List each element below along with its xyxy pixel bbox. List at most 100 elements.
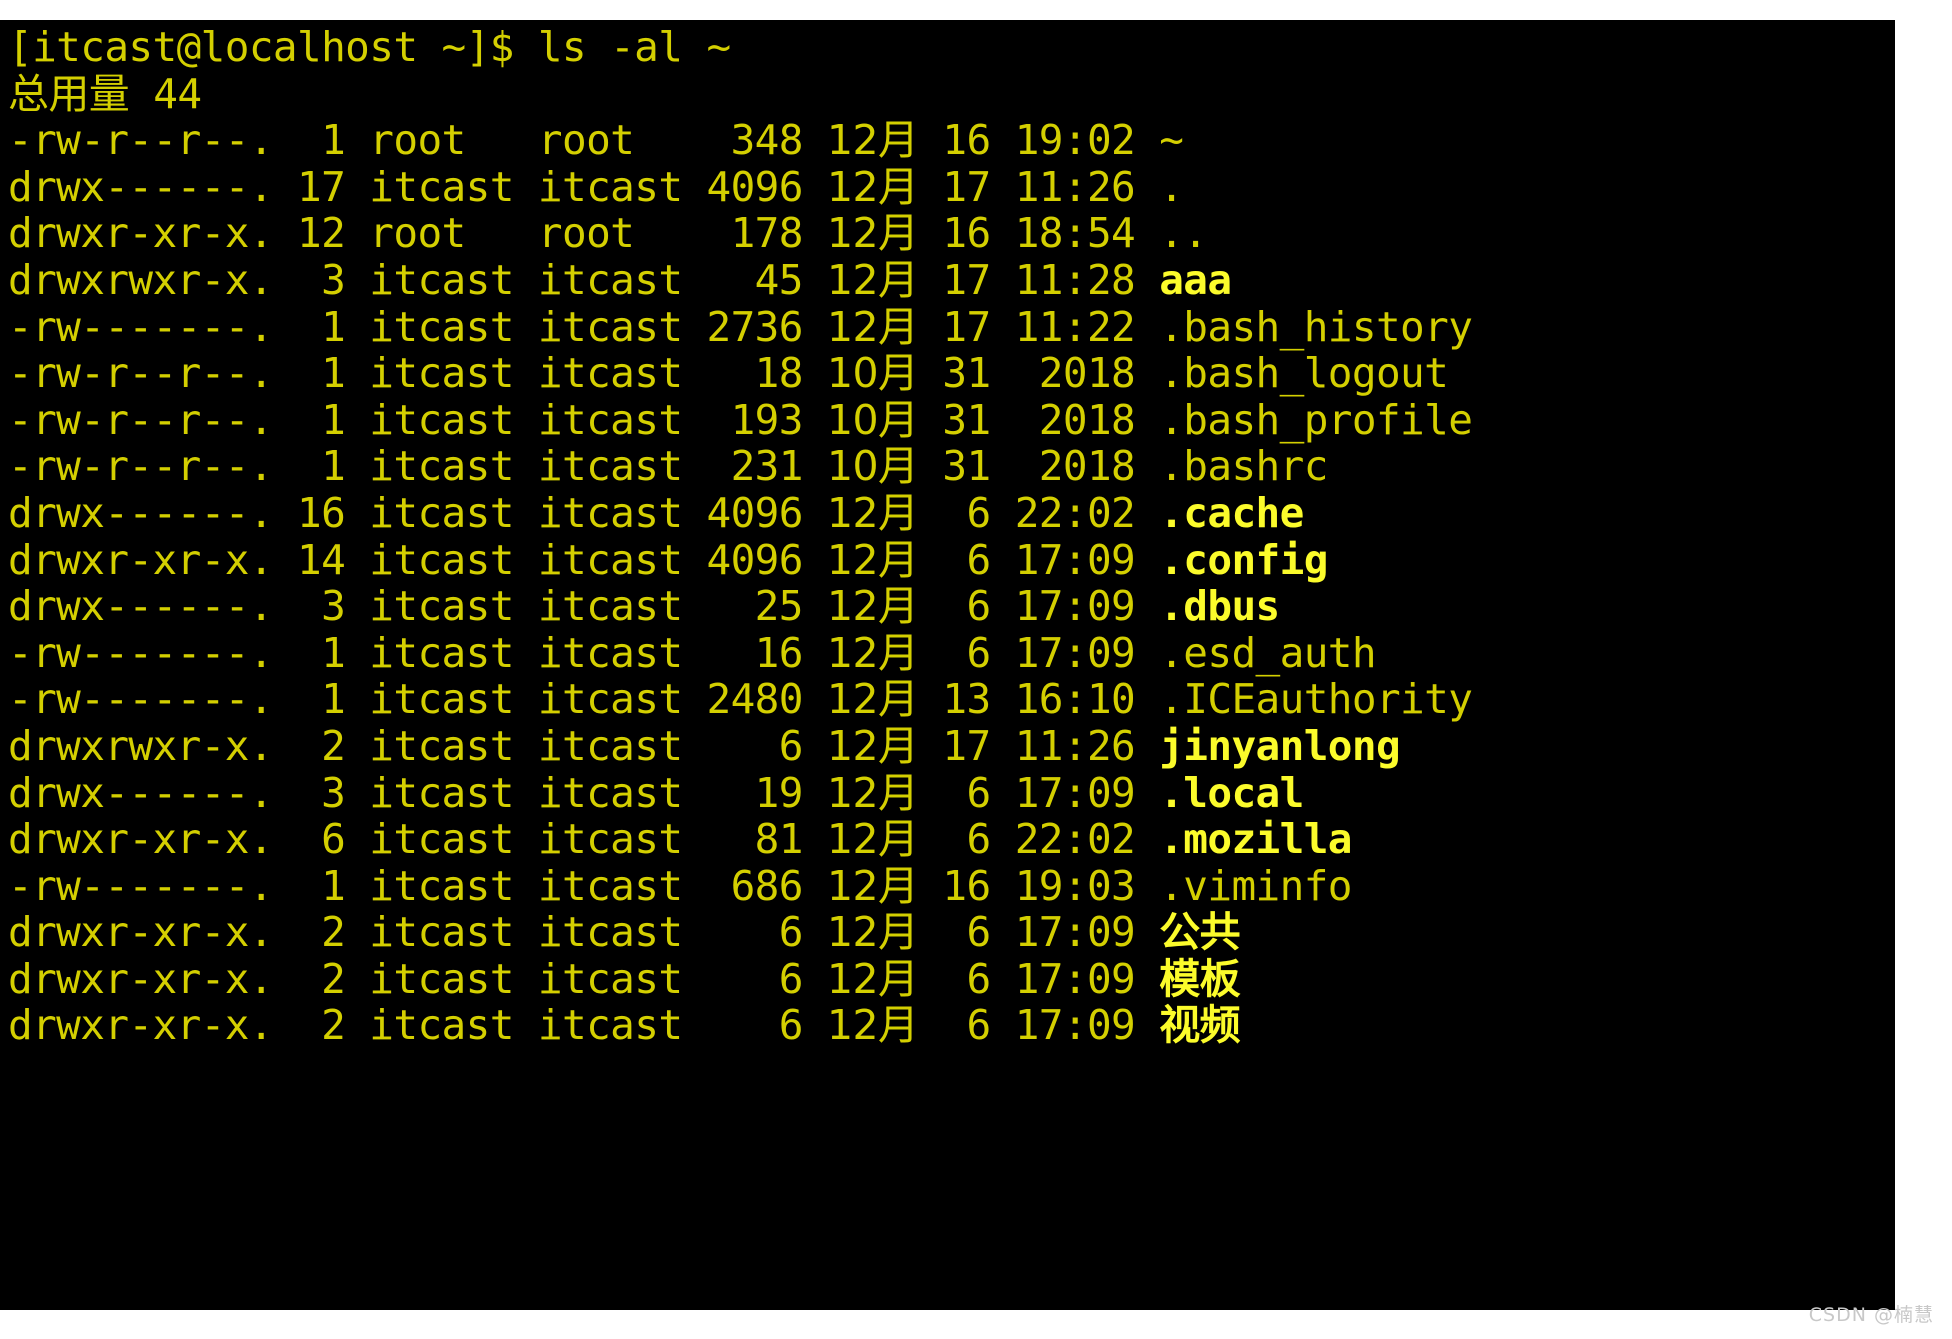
cell-links: 1 bbox=[297, 675, 346, 724]
cell-time: 18:54 bbox=[1014, 209, 1136, 258]
cell-time: 2018 bbox=[1014, 349, 1136, 398]
csdn-watermark: CSDN @楠慧 bbox=[1808, 1304, 1934, 1326]
cell-links: 3 bbox=[297, 768, 346, 817]
cell-size: 16 bbox=[706, 628, 804, 677]
cell-month: 12月 bbox=[826, 116, 919, 165]
cell-size: 45 bbox=[706, 255, 804, 304]
file-name: .bash_logout bbox=[1159, 349, 1449, 398]
file-name: .bash_history bbox=[1159, 302, 1473, 351]
cell-group: itcast bbox=[537, 815, 683, 864]
cell-size: 193 bbox=[706, 395, 804, 444]
cell-links: 2 bbox=[297, 1001, 346, 1050]
cell-month: 12月 bbox=[826, 162, 919, 211]
cell-day: 17 bbox=[942, 255, 991, 304]
cell-perm: -rw-------. bbox=[8, 861, 274, 910]
cell-day: 16 bbox=[942, 209, 991, 258]
file-listing-row: drwxr-xr-x. 2 itcast itcast 6 12月 6 17:0… bbox=[8, 956, 1895, 1003]
cell-owner: itcast bbox=[369, 582, 514, 631]
cell-owner: itcast bbox=[369, 1001, 514, 1050]
file-listing-row: drwxr-xr-x. 2 itcast itcast 6 12月 6 17:0… bbox=[8, 909, 1895, 956]
cell-time: 19:02 bbox=[1014, 116, 1136, 165]
cell-month: 12月 bbox=[826, 628, 919, 677]
cell-links: 14 bbox=[297, 535, 346, 584]
file-listing-row: drwxr-xr-x. 12 root root 178 12月 16 18:5… bbox=[8, 210, 1895, 257]
cell-owner: itcast bbox=[369, 861, 514, 910]
cell-group: root bbox=[537, 209, 683, 258]
cell-day: 6 bbox=[942, 582, 992, 631]
cell-size: 2480 bbox=[706, 675, 804, 724]
cell-links: 1 bbox=[297, 349, 346, 398]
cell-size: 81 bbox=[706, 815, 804, 864]
cell-links: 1 bbox=[297, 628, 346, 677]
cell-day: 6 bbox=[942, 815, 992, 864]
file-listing-row: -rw-------. 1 itcast itcast 2736 12月 17 … bbox=[8, 302, 1895, 351]
file-listing-row: -rw-r--r--. 1 itcast itcast 193 10月 31 2… bbox=[8, 395, 1895, 444]
cell-owner: root bbox=[369, 116, 514, 165]
cell-size: 25 bbox=[706, 582, 804, 631]
cell-perm: -rw-------. bbox=[8, 302, 274, 351]
file-listing-row: drwxrwxr-x. 2 itcast itcast 6 12月 17 11:… bbox=[8, 723, 1895, 770]
cell-group: itcast bbox=[537, 162, 683, 211]
file-listing-row: drwxrwxr-x. 3 itcast itcast 45 12月 17 11… bbox=[8, 257, 1895, 304]
terminal-window[interactable]: [itcast@localhost ~]$ ls -al ~ 总用量 44 -r… bbox=[0, 20, 1895, 1310]
total-size-line: 总用量 44 bbox=[8, 69, 202, 118]
cell-links: 2 bbox=[297, 908, 346, 957]
file-listing-row: -rw-------. 1 itcast itcast 16 12月 6 17:… bbox=[8, 628, 1895, 677]
cell-day: 6 bbox=[942, 908, 992, 957]
cell-perm: -rw-------. bbox=[8, 628, 274, 677]
cell-month: 12月 bbox=[826, 535, 919, 584]
file-name: .bashrc bbox=[1159, 442, 1328, 491]
cell-day: 6 bbox=[942, 768, 992, 817]
cell-time: 17:09 bbox=[1014, 1001, 1136, 1050]
file-listing-row: drwxr-xr-x. 2 itcast itcast 6 12月 6 17:0… bbox=[8, 1002, 1895, 1049]
cell-month: 12月 bbox=[826, 255, 919, 304]
cell-day: 6 bbox=[942, 628, 992, 677]
cell-month: 12月 bbox=[826, 1001, 919, 1050]
cell-month: 12月 bbox=[826, 302, 919, 351]
cell-perm: drwxrwxr-x. bbox=[8, 721, 274, 770]
file-listing-row: drwxr-xr-x. 6 itcast itcast 81 12月 6 22:… bbox=[8, 816, 1895, 863]
file-listing-row: drwx------. 16 itcast itcast 4096 12月 6 … bbox=[8, 490, 1895, 537]
file-name: .esd_auth bbox=[1159, 628, 1376, 677]
cell-size: 178 bbox=[706, 209, 804, 258]
cell-size: 18 bbox=[706, 349, 804, 398]
cell-perm: drwx------. bbox=[8, 582, 274, 631]
directory-name: .cache bbox=[1159, 488, 1304, 537]
cell-month: 12月 bbox=[826, 768, 919, 817]
cell-perm: drwxr-xr-x. bbox=[8, 1001, 274, 1050]
cell-group: itcast bbox=[537, 628, 683, 677]
file-listing-row: -rw-------. 1 itcast itcast 2480 12月 13 … bbox=[8, 676, 1895, 723]
cell-group: itcast bbox=[537, 954, 683, 1003]
cell-perm: -rw-r--r--. bbox=[8, 116, 274, 165]
file-name: .. bbox=[1159, 209, 1208, 258]
cell-time: 19:03 bbox=[1014, 861, 1136, 910]
cell-perm: drwxrwxr-x. bbox=[8, 255, 274, 304]
cell-owner: itcast bbox=[369, 675, 514, 724]
cell-owner: itcast bbox=[369, 815, 514, 864]
file-listing-row: drwxr-xr-x. 14 itcast itcast 4096 12月 6 … bbox=[8, 535, 1895, 584]
cell-month: 12月 bbox=[826, 582, 919, 631]
cell-links: 1 bbox=[297, 861, 346, 910]
cell-time: 17:09 bbox=[1014, 954, 1136, 1003]
cell-time: 2018 bbox=[1014, 442, 1136, 491]
cell-group: itcast bbox=[537, 255, 683, 304]
file-name: .ICEauthority bbox=[1159, 675, 1473, 724]
cell-owner: itcast bbox=[369, 255, 514, 304]
cell-size: 6 bbox=[706, 1001, 804, 1050]
file-listing-row: drwx------. 17 itcast itcast 4096 12月 17… bbox=[8, 162, 1895, 211]
cell-owner: itcast bbox=[369, 628, 514, 677]
directory-name: .mozilla bbox=[1159, 815, 1352, 864]
cell-links: 12 bbox=[297, 209, 346, 258]
cell-month: 12月 bbox=[826, 488, 919, 537]
cell-day: 31 bbox=[942, 395, 991, 444]
cell-month: 12月 bbox=[826, 721, 919, 770]
cell-group: itcast bbox=[537, 302, 683, 351]
cell-group: root bbox=[537, 116, 683, 165]
cell-size: 6 bbox=[706, 721, 804, 770]
cell-month: 12月 bbox=[826, 954, 919, 1003]
cell-month: 12月 bbox=[826, 908, 919, 957]
cell-owner: itcast bbox=[369, 302, 514, 351]
cell-perm: -rw-r--r--. bbox=[8, 395, 274, 444]
directory-name: 视频 bbox=[1159, 1001, 1241, 1050]
cell-size: 19 bbox=[706, 768, 804, 817]
